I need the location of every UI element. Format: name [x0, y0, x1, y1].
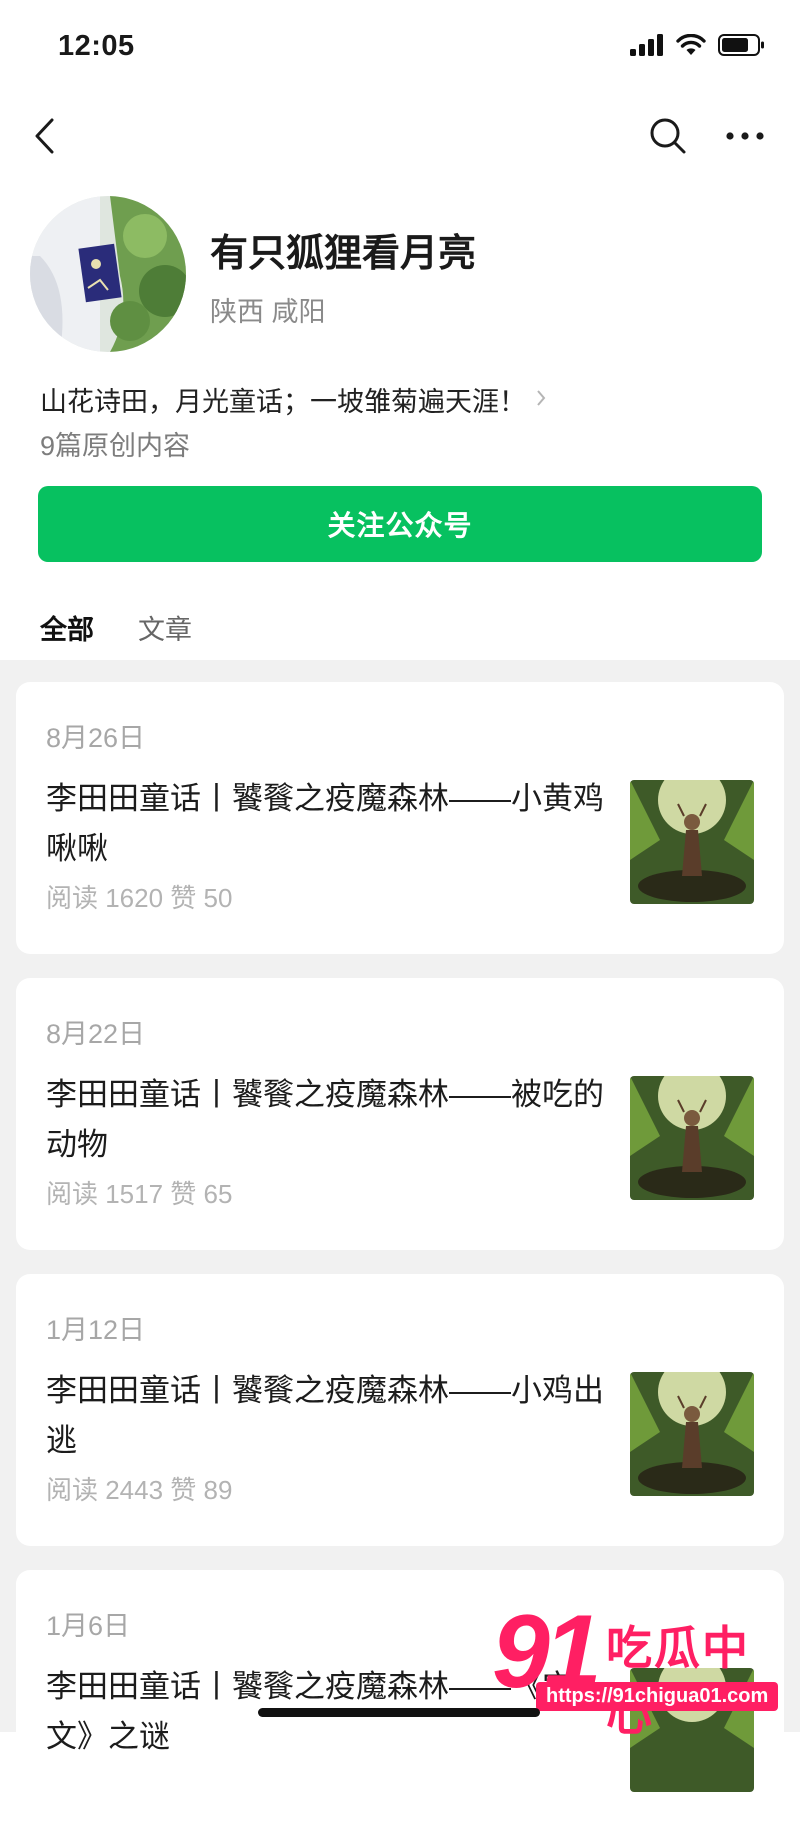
watermark: 91 吃瓜中心 https://91chigua01.com: [492, 1600, 788, 1740]
article-date: 8月22日: [46, 1019, 146, 1049]
article-card[interactable]: 8月22日 李田田童话丨饕餮之疫魔森林——被吃的动物 阅读 1517 赞 65: [16, 978, 784, 1250]
original-count: 9篇原创内容: [40, 431, 191, 461]
battery-icon: [718, 34, 764, 56]
article-stats: 阅读 1620 赞 50: [46, 883, 233, 913]
article-thumbnail: [630, 780, 754, 904]
wifi-icon: [676, 34, 706, 55]
status-time: 12:05: [58, 30, 135, 62]
back-icon: [35, 118, 54, 154]
article-thumbnail: [630, 1076, 754, 1200]
article-title: 李田田童话丨饕餮之疫魔森林——小黄鸡啾啾: [46, 781, 604, 866]
article-card[interactable]: 8月26日 李田田童话丨饕餮之疫魔森林——小黄鸡啾啾 阅读 1620 赞 50: [16, 682, 784, 954]
search-button[interactable]: [646, 114, 690, 158]
watermark-text: 吃瓜中心: [606, 1622, 750, 1740]
article-title: 李田田童话丨饕餮之疫魔森林——被吃的动物: [46, 1077, 604, 1162]
article-card[interactable]: 1月12日 李田田童话丨饕餮之疫魔森林——小鸡出逃 阅读 2443 赞 89: [16, 1274, 784, 1546]
article-thumbnail: [630, 1372, 754, 1496]
follow-button[interactable]: 关注公众号: [38, 486, 762, 562]
tab-articles[interactable]: 文章: [138, 608, 192, 665]
watermark-url: https://91chigua01.com: [536, 1682, 779, 1711]
article-date: 1月12日: [46, 1315, 146, 1345]
more-icon: [726, 132, 764, 140]
account-bio[interactable]: 山花诗田，月光童话；一坡雏菊遍天涯！: [40, 380, 546, 419]
article-date: 1月6日: [46, 1611, 131, 1641]
home-indicator: [258, 1708, 540, 1717]
signal-icon: [630, 34, 663, 56]
tab-bar: 全部 文章: [34, 608, 192, 665]
avatar[interactable]: [30, 196, 186, 352]
article-date: 8月26日: [46, 723, 146, 753]
article-stats: 阅读 2443 赞 89: [46, 1475, 233, 1505]
tab-all[interactable]: 全部: [34, 608, 100, 665]
article-stats: 阅读 1517 赞 65: [46, 1179, 233, 1209]
status-icons: [630, 33, 766, 57]
back-button[interactable]: [24, 112, 64, 160]
article-title: 李田田童话丨饕餮之疫魔森林——小鸡出逃: [46, 1373, 604, 1458]
search-icon: [650, 118, 686, 154]
chevron-right-icon: [536, 386, 546, 414]
account-bio-text: 山花诗田，月光童话；一坡雏菊遍天涯！: [40, 387, 526, 417]
account-name: 有只狐狸看月亮: [210, 233, 477, 275]
account-location: 陕西 咸阳: [210, 297, 326, 327]
more-button[interactable]: [720, 114, 770, 158]
